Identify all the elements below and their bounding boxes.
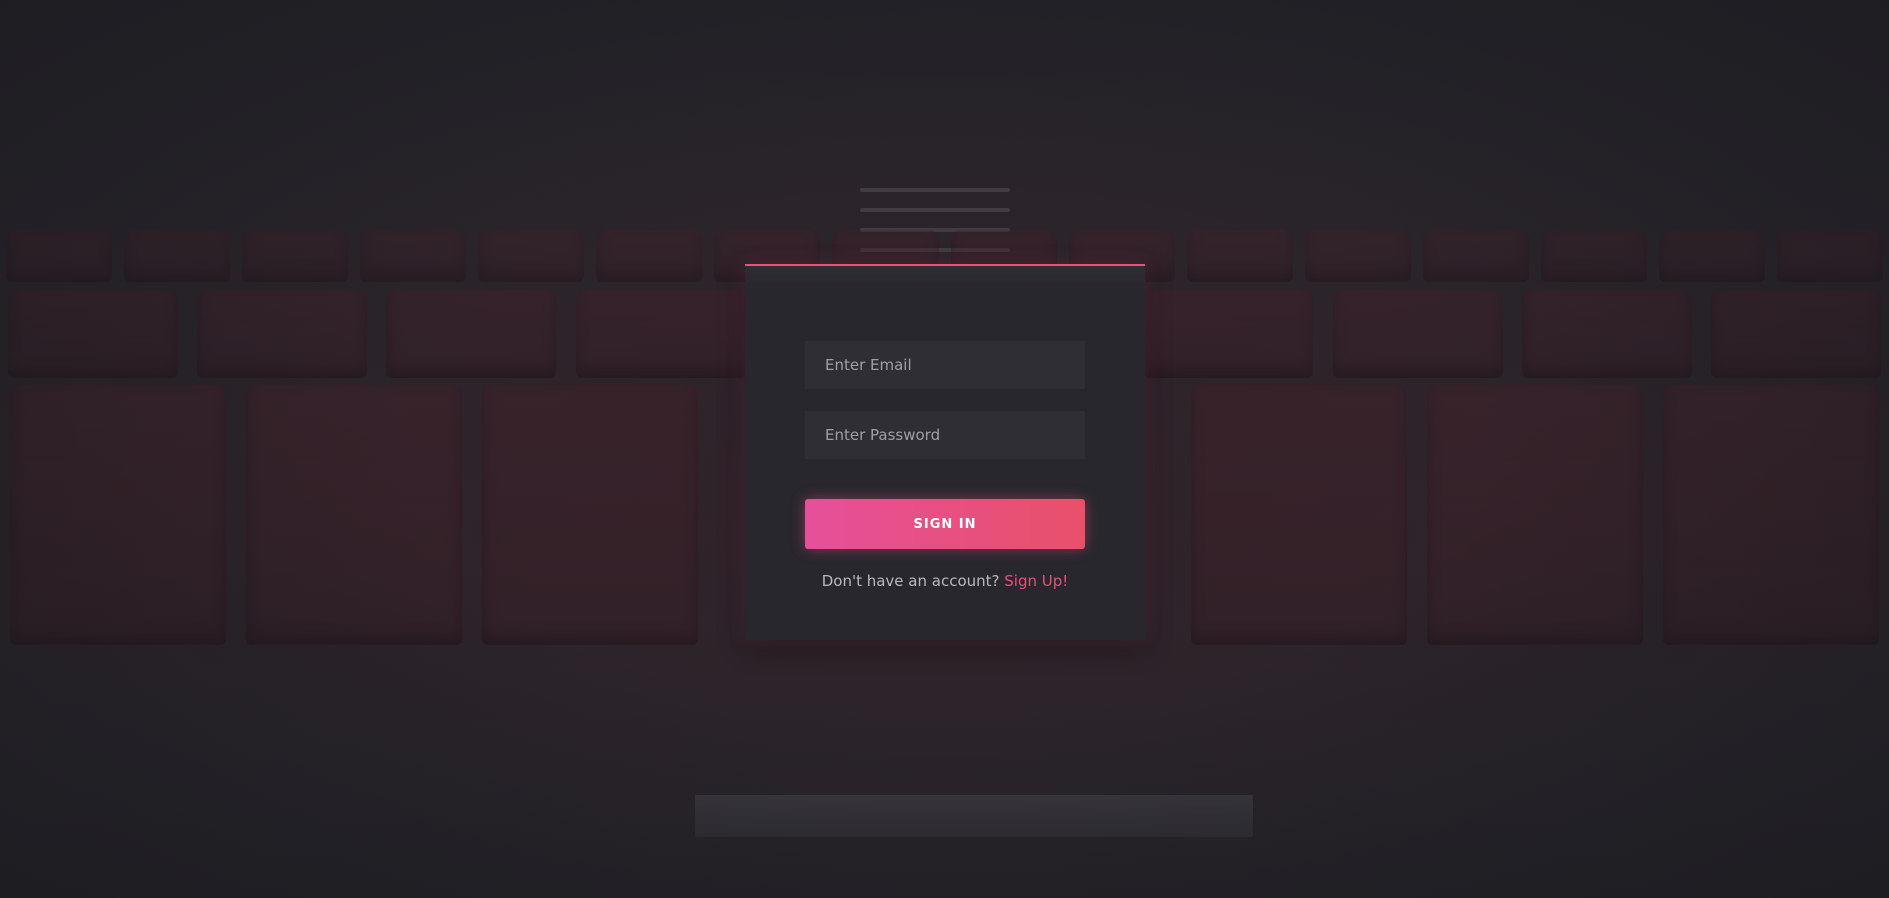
sign-in-button[interactable]: SIGN IN	[805, 499, 1085, 549]
signup-prompt-line: Don't have an account? Sign Up!	[745, 572, 1145, 590]
signup-prompt-text: Don't have an account?	[821, 572, 1000, 590]
sign-up-link[interactable]: Sign Up!	[1004, 572, 1068, 590]
password-field[interactable]	[805, 411, 1085, 459]
login-card: SIGN IN Don't have an account? Sign Up!	[745, 264, 1145, 640]
email-field[interactable]	[805, 341, 1085, 389]
login-page: SIGN IN Don't have an account? Sign Up!	[0, 0, 1889, 898]
card-header-band	[745, 266, 1145, 290]
